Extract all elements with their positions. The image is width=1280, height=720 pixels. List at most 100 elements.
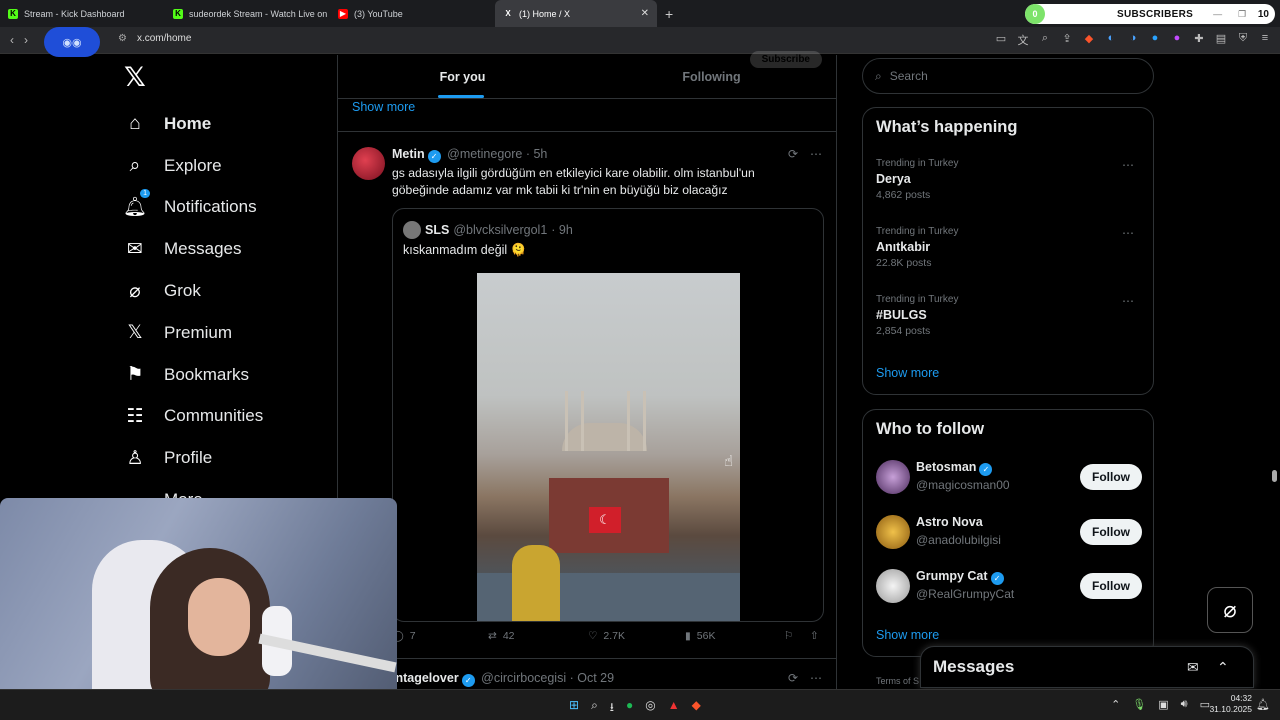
bookmark-button[interactable]: ⚐	[784, 630, 793, 642]
extension-icon[interactable]: ●	[1170, 32, 1184, 48]
author-name[interactable]: intagelover	[392, 671, 459, 685]
avatar[interactable]	[876, 515, 910, 549]
browser-tab-youtube[interactable]: ▶ (3) YouTube	[330, 0, 495, 27]
author-handle[interactable]: @circirbocegisi	[481, 671, 566, 685]
system-tray: ⌃ 🎙︎ ▣ 🔊︎ ▭	[1111, 698, 1210, 711]
nav-item-explore[interactable]: ⌕ Explore	[122, 145, 263, 187]
more-options-icon[interactable]: ⋯	[1122, 294, 1134, 308]
browser-tab-x-home[interactable]: X (1) Home / X ✕	[495, 0, 657, 27]
follow-button[interactable]: Follow	[1080, 519, 1142, 545]
share-button[interactable]: ⇧	[810, 630, 819, 642]
site-info-icon[interactable]: ⚙	[118, 33, 127, 44]
nav-item-premium[interactable]: 𝕏 Premium	[122, 312, 263, 354]
search-icon[interactable]: ⌕	[591, 698, 598, 719]
restore-icon[interactable]: ❐	[1238, 9, 1246, 20]
trend-item[interactable]: Trending in Turkey Anıtkabir 22.8K posts…	[876, 226, 1142, 269]
views-count: 56K	[696, 630, 716, 642]
show-more-link[interactable]: Show more	[876, 628, 939, 642]
terms-link[interactable]: Terms of S	[876, 676, 919, 686]
spotify-icon[interactable]: ●	[626, 698, 633, 719]
x-logo-icon[interactable]: 𝕏	[124, 62, 146, 93]
minimize-icon[interactable]: —	[1213, 9, 1222, 20]
quoted-tweet[interactable]: SLS @blvcksilvergol1 · 9h kıskanmadım de…	[392, 208, 824, 622]
battery-icon[interactable]: ▭	[1200, 698, 1210, 711]
views-button[interactable]: ▮ 56K	[685, 630, 715, 642]
follow-suggestion[interactable]: Betosman ✓ @magicosman00 Follow	[876, 460, 1142, 496]
nav-item-grok[interactable]: ⌀ Grok	[122, 270, 263, 312]
page-scrollbar[interactable]	[1271, 55, 1278, 695]
like-button[interactable]: ♡ 2.7K	[588, 630, 625, 642]
tab-for-you[interactable]: For you	[338, 55, 587, 98]
mic-icon[interactable]: 🎙︎	[1132, 698, 1146, 711]
grok-explain-icon[interactable]: ⟳	[788, 147, 798, 161]
grok-float-icon[interactable]: ⌀	[1207, 587, 1253, 633]
browser-tab-kick-stream[interactable]: K sudeordek Stream - Watch Live on Ki	[165, 0, 330, 27]
tray-expand-icon[interactable]: ⌃	[1111, 698, 1120, 711]
follow-button[interactable]: Follow	[1080, 573, 1142, 599]
trend-item[interactable]: Trending in Turkey #BULGS 2,854 posts ⋯	[876, 294, 1142, 337]
nav-item-notifications[interactable]: 🔔︎ 1 Notifications	[122, 187, 263, 229]
nav-item-messages[interactable]: ✉ Messages	[122, 228, 263, 270]
more-options-icon[interactable]: ⋯	[1122, 158, 1134, 172]
scrollbar-thumb[interactable]	[1272, 470, 1277, 482]
communities-icon: ☷	[126, 405, 144, 427]
avatar[interactable]	[876, 569, 910, 603]
repost-button[interactable]: ⇄ 42	[488, 630, 515, 642]
more-options-icon[interactable]: ⋯	[810, 671, 822, 685]
follow-suggestion[interactable]: Grumpy Cat ✓ @RealGrumpyCat Follow	[876, 569, 1142, 605]
extension-icon[interactable]: ◐	[1104, 32, 1118, 48]
windows-start-icon[interactable]: ⊞	[569, 698, 579, 719]
share-icon[interactable]: ⇪	[1060, 32, 1074, 48]
network-icon[interactable]: ▣	[1158, 698, 1168, 711]
extension-icon[interactable]: ◑	[1126, 32, 1140, 48]
browser-tab-kick-dashboard[interactable]: K Stream - Kick Dashboard	[0, 0, 165, 27]
more-options-icon[interactable]: ⋯	[1122, 226, 1134, 240]
sidebar-icon[interactable]: ▤	[1214, 32, 1228, 48]
avatar[interactable]	[352, 147, 385, 180]
expand-icon[interactable]: ⌃	[1217, 659, 1229, 676]
zoom-icon[interactable]: ⌕	[1038, 32, 1052, 48]
show-more-link[interactable]: Show more	[352, 100, 415, 114]
window-controls[interactable]: — ❐	[1213, 9, 1246, 20]
reader-icon[interactable]: ▭	[994, 32, 1008, 48]
url-field[interactable]: ⚙ x.com/home	[118, 33, 191, 44]
suggestion-handle: @magicosman00	[916, 478, 1010, 492]
trend-item[interactable]: Trending in Turkey Derya 4,862 posts ⋯	[876, 158, 1142, 201]
show-more-link[interactable]: Show more	[876, 366, 939, 380]
notification-center-icon[interactable]: 🔔︎	[1256, 698, 1270, 711]
vpn-icon[interactable]: ⛨	[1236, 32, 1250, 48]
new-tab-icon[interactable]: +	[665, 6, 673, 22]
avatar[interactable]	[876, 460, 910, 494]
more-options-icon[interactable]: ⋯	[810, 147, 822, 161]
app-icon[interactable]: ▲	[668, 698, 680, 719]
subscribe-button[interactable]: Subscribe	[749, 51, 822, 68]
author-name[interactable]: Metin	[392, 147, 425, 161]
brave-shield-icon[interactable]: ◆	[1082, 32, 1096, 48]
brave-icon[interactable]: ◆	[692, 698, 701, 719]
tweet-time[interactable]: · 5h	[526, 147, 548, 161]
back-icon[interactable]: ‹	[10, 33, 14, 47]
forward-icon[interactable]: ›	[24, 33, 28, 47]
messages-drawer[interactable]: Messages ✉ ⌃	[920, 646, 1254, 688]
volume-icon[interactable]: 🔊︎	[1181, 698, 1188, 711]
new-message-icon[interactable]: ✉	[1187, 659, 1199, 676]
tweet-time[interactable]: · Oct 29	[570, 671, 614, 685]
nav-item-bookmarks[interactable]: ⚑ Bookmarks	[122, 354, 263, 396]
search-input[interactable]: ⌕ Search	[862, 58, 1154, 94]
extensions-puzzle-icon[interactable]: ✚	[1192, 32, 1206, 48]
close-tab-icon[interactable]: ✕	[641, 8, 649, 19]
tweet-photo[interactable]: ☾	[477, 273, 740, 621]
nav-item-profile[interactable]: ♙ Profile	[122, 437, 263, 479]
author-handle[interactable]: @metinegore	[447, 147, 522, 161]
grok-explain-icon[interactable]: ⟳	[788, 671, 798, 685]
nav-item-communities[interactable]: ☷ Communities	[122, 396, 263, 438]
follow-suggestion[interactable]: Astro Nova @anadolubilgisi Follow	[876, 515, 1142, 551]
nav-item-home[interactable]: ⌂ Home	[122, 103, 263, 145]
follow-button[interactable]: Follow	[1080, 464, 1142, 490]
extension-icon[interactable]: ●	[1148, 32, 1162, 48]
menu-icon[interactable]: ≡	[1258, 32, 1272, 48]
taskbar-clock[interactable]: 04:32 31.10.2025	[1209, 693, 1252, 715]
translate-icon[interactable]: 文	[1016, 32, 1030, 48]
download-icon[interactable]: ⭳	[610, 698, 614, 719]
obs-icon[interactable]: ◎	[645, 698, 655, 719]
